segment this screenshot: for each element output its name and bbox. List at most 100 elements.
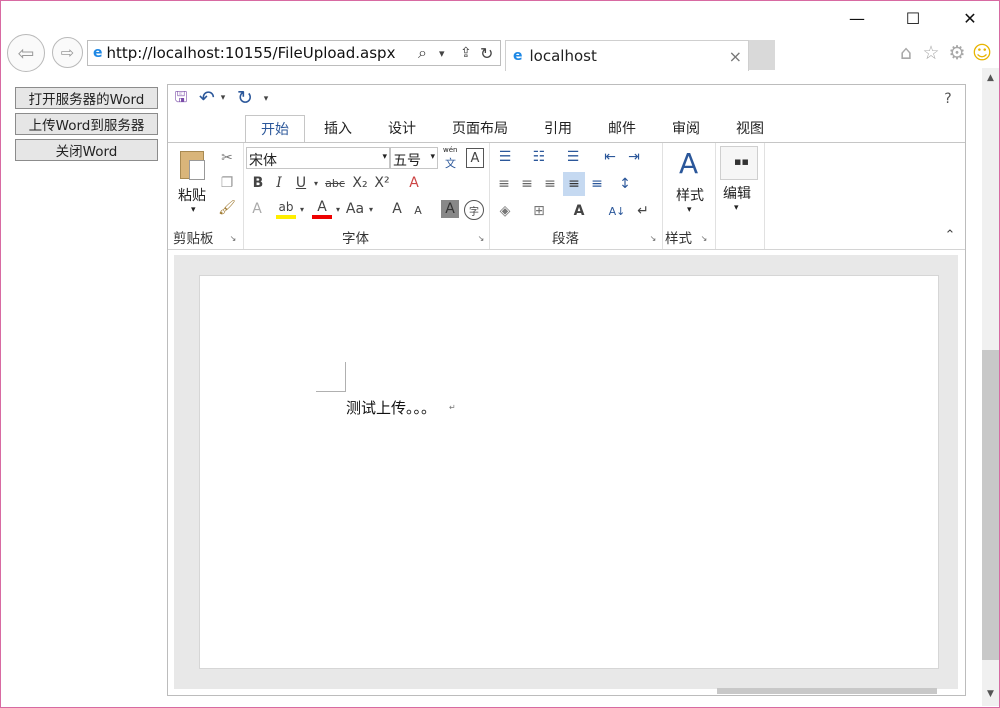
refresh-icon[interactable]: ↻ <box>480 44 493 63</box>
tab-close-icon[interactable]: × <box>729 47 742 66</box>
multilevel-list-icon[interactable]: ☰ <box>562 147 584 167</box>
font-launcher-icon[interactable]: ↘ <box>476 233 486 243</box>
cut-icon[interactable]: ✂ <box>218 149 236 167</box>
minimize-button[interactable]: — <box>837 6 877 30</box>
paragraph-launcher-icon[interactable]: ↘ <box>648 233 658 243</box>
editing-button[interactable]: ▪▪ 编辑 ▾ <box>718 145 758 223</box>
text-effects-icon[interactable]: A <box>248 199 266 219</box>
styles-launcher-icon[interactable]: ↘ <box>699 233 709 243</box>
close-word-button[interactable]: 关闭Word <box>15 139 158 161</box>
change-case-dropdown-icon[interactable]: ▾ <box>367 203 375 215</box>
strikethrough-button[interactable]: abc <box>322 173 348 193</box>
back-button[interactable]: ⇦ <box>7 34 45 72</box>
shrink-font-icon[interactable]: A <box>410 201 426 219</box>
tab-home[interactable]: 开始 <box>245 115 305 143</box>
character-shading-icon[interactable]: A <box>441 200 459 218</box>
ie-page-icon: e <box>93 45 103 61</box>
browser-tab[interactable]: e localhost × <box>505 40 749 71</box>
page-vertical-scrollbar[interactable]: ▲ ▼ <box>982 68 999 706</box>
sort-icon[interactable]: A↓ <box>606 201 628 221</box>
grow-font-icon[interactable]: A <box>388 199 406 219</box>
scroll-down-icon[interactable]: ▼ <box>982 686 999 702</box>
search-dropdown-icon[interactable]: ▾ <box>439 47 445 60</box>
font-name-dropdown-icon: ▾ <box>382 152 387 162</box>
bold-button[interactable]: B <box>249 173 267 193</box>
enclose-characters-icon[interactable]: 字 <box>464 200 484 220</box>
increase-indent-icon[interactable]: ⇥ <box>624 147 644 167</box>
line-spacing-icon[interactable]: ↕ <box>615 174 635 194</box>
search-icon[interactable]: ⌕ <box>418 43 427 63</box>
paste-button[interactable]: 粘贴 ▾ <box>174 147 214 219</box>
tab-references[interactable]: 引用 <box>530 115 586 141</box>
font-color-dropdown-icon[interactable]: ▾ <box>334 203 342 215</box>
clear-formatting-icon[interactable]: A <box>404 173 424 193</box>
tab-view[interactable]: 视图 <box>722 115 778 141</box>
document-page[interactable]: 测试上传。。。 ↵ <box>199 275 939 669</box>
clipboard-launcher-icon[interactable]: ↘ <box>228 233 238 243</box>
align-right-icon[interactable]: ≡ <box>540 174 560 194</box>
share-icon[interactable]: ⇪ <box>460 45 472 61</box>
settings-gear-icon[interactable]: ⚙ <box>946 42 968 64</box>
borders-icon[interactable]: ⊞ <box>528 201 550 221</box>
undo-dropdown-icon[interactable]: ▾ <box>218 91 228 105</box>
highlight-dropdown-icon[interactable]: ▾ <box>298 203 306 215</box>
smiley-feedback-icon[interactable]: ☺ <box>971 42 993 64</box>
undo-icon[interactable]: ↶ <box>198 87 216 109</box>
justify-icon[interactable]: ≡ <box>563 172 585 196</box>
styles-group: A 样式 ▾ 样式 ↘ <box>663 143 716 249</box>
maximize-button[interactable]: ☐ <box>893 6 933 30</box>
font-name-combo[interactable]: 宋体 ▾ <box>246 147 390 169</box>
font-color-icon[interactable]: A <box>312 199 332 219</box>
tab-review[interactable]: 审阅 <box>658 115 714 141</box>
tab-mailings[interactable]: 邮件 <box>594 115 650 141</box>
collapse-ribbon-icon[interactable]: ⌃ <box>942 227 958 243</box>
format-painter-icon[interactable]: 🖌 <box>218 199 236 217</box>
customize-qat-icon[interactable]: ▾ <box>261 92 271 106</box>
upload-word-button[interactable]: 上传Word到服务器 <box>15 113 158 135</box>
align-left-icon[interactable]: ≡ <box>494 174 514 194</box>
underline-button[interactable]: U <box>292 173 310 193</box>
document-text[interactable]: 测试上传。。。 <box>346 397 436 418</box>
styles-button[interactable]: A 样式 ▾ <box>667 147 711 221</box>
align-center-icon[interactable]: ≡ <box>517 174 537 194</box>
bullets-icon[interactable]: ☰ <box>494 147 516 167</box>
italic-button[interactable]: I <box>270 173 288 193</box>
paragraph-group-label: 段落 <box>552 231 579 247</box>
subscript-button[interactable]: X₂ <box>350 173 370 193</box>
decrease-indent-icon[interactable]: ⇤ <box>600 147 620 167</box>
scroll-up-icon[interactable]: ▲ <box>982 70 999 86</box>
save-icon[interactable]: 🖫 <box>172 88 190 108</box>
font-group-label: 字体 <box>342 231 369 247</box>
copy-icon[interactable]: ❐ <box>218 174 236 192</box>
tab-insert[interactable]: 插入 <box>310 115 366 141</box>
show-marks-icon[interactable]: ↵ <box>632 201 654 221</box>
doc-horizontal-scroll-thumb[interactable] <box>717 688 937 694</box>
change-case-icon[interactable]: Aa <box>344 199 366 219</box>
phonetic-guide-button[interactable]: wén 文 <box>442 146 462 170</box>
superscript-button[interactable]: X² <box>372 173 392 193</box>
redo-icon[interactable]: ↻ <box>235 87 255 109</box>
scroll-thumb[interactable] <box>982 350 999 660</box>
ribbon-tabs: 开始 插入 设计 页面布局 引用 邮件 审阅 视图 <box>168 113 965 143</box>
help-icon[interactable]: ? <box>940 90 956 108</box>
address-bar[interactable]: e http://localhost:10155/FileUpload.aspx… <box>87 40 501 66</box>
tab-page-layout[interactable]: 页面布局 <box>438 115 522 141</box>
favorites-star-icon[interactable]: ☆ <box>920 42 942 64</box>
distributed-icon[interactable]: ≡ <box>587 174 607 194</box>
open-server-word-button[interactable]: 打开服务器的Word <box>15 87 158 109</box>
home-icon[interactable]: ⌂ <box>895 42 917 64</box>
font-size-combo[interactable]: 五号 ▾ <box>390 147 438 169</box>
close-window-button[interactable]: ✕ <box>950 6 990 30</box>
new-tab-button[interactable] <box>749 40 775 70</box>
forward-button[interactable]: ⇨ <box>52 37 83 68</box>
font-size-dropdown-icon: ▾ <box>430 152 435 162</box>
tab-design[interactable]: 设计 <box>374 115 430 141</box>
font-name-value: 宋体 <box>249 153 277 169</box>
underline-dropdown-icon[interactable]: ▾ <box>312 177 320 189</box>
chinese-layout-icon[interactable]: A <box>568 201 590 221</box>
numbering-icon[interactable]: ☷ <box>528 147 550 167</box>
address-url[interactable]: http://localhost:10155/FileUpload.aspx <box>107 44 396 62</box>
character-border-icon[interactable]: A <box>466 148 484 168</box>
paragraph-shading-icon[interactable]: ◈ <box>494 201 516 221</box>
highlight-color-icon[interactable]: ab <box>276 199 296 219</box>
